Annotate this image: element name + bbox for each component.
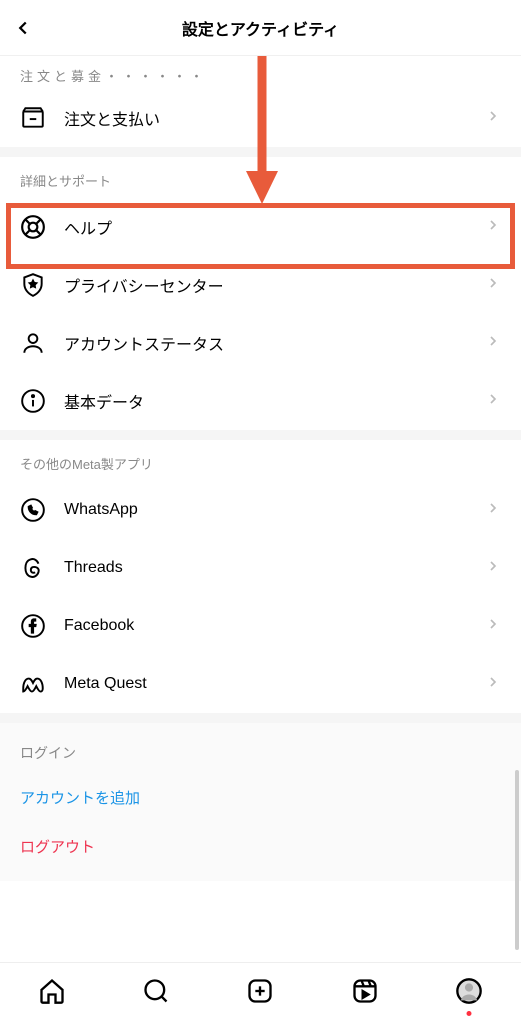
add-account-link[interactable]: アカウントを追加 xyxy=(0,773,521,822)
chevron-right-icon xyxy=(485,391,501,412)
truncated-section-label: 注文と募金・・・・・・ xyxy=(0,56,521,89)
bottom-nav xyxy=(0,962,521,1024)
chevron-right-icon xyxy=(485,500,501,521)
person-icon xyxy=(20,330,46,356)
meta-quest-row[interactable]: Meta Quest xyxy=(0,655,521,713)
nav-home[interactable] xyxy=(38,977,66,1010)
list-item-label: ヘルプ xyxy=(64,215,467,239)
list-item-label: Threads xyxy=(64,559,467,577)
section-header-login: ログイン xyxy=(0,723,521,773)
nav-create[interactable] xyxy=(246,977,274,1010)
privacy-center-row[interactable]: プライバシーセンター xyxy=(0,256,521,314)
notification-dot xyxy=(466,1011,471,1016)
list-item-label: プライバシーセンター xyxy=(64,273,467,297)
whatsapp-icon xyxy=(20,497,46,523)
reels-icon xyxy=(351,977,379,1005)
chevron-right-icon xyxy=(485,674,501,695)
section-divider xyxy=(0,147,521,157)
scrollbar[interactable] xyxy=(515,770,519,950)
list-item-label: 基本データ xyxy=(64,389,467,413)
facebook-row[interactable]: Facebook xyxy=(0,597,521,655)
lifebuoy-icon xyxy=(20,214,46,240)
section-header-meta-apps: その他のMeta製アプリ xyxy=(0,440,521,481)
nav-profile[interactable] xyxy=(455,977,483,1010)
header: 設定とアクティビティ xyxy=(0,0,521,56)
threads-row[interactable]: Threads xyxy=(0,539,521,597)
basic-data-row[interactable]: 基本データ xyxy=(0,372,521,430)
section-divider xyxy=(0,430,521,440)
login-section: ログイン アカウントを追加 ログアウト xyxy=(0,723,521,881)
plus-square-icon xyxy=(246,977,274,1005)
box-icon xyxy=(20,105,46,131)
list-item-label: WhatsApp xyxy=(64,501,467,519)
shield-star-icon xyxy=(20,272,46,298)
chevron-right-icon xyxy=(485,616,501,637)
list-item-label: Meta Quest xyxy=(64,675,467,693)
chevron-right-icon xyxy=(485,275,501,296)
search-icon xyxy=(142,977,170,1005)
list-item-label: Facebook xyxy=(64,617,467,635)
info-icon xyxy=(20,388,46,414)
orders-and-payments-row[interactable]: 注文と支払い xyxy=(0,89,521,147)
back-button[interactable] xyxy=(12,17,34,39)
chevron-right-icon xyxy=(485,558,501,579)
help-row[interactable]: ヘルプ xyxy=(0,198,521,256)
facebook-icon xyxy=(20,613,46,639)
profile-icon xyxy=(455,977,483,1005)
chevron-left-icon xyxy=(12,17,34,39)
page-title: 設定とアクティビティ xyxy=(182,16,339,40)
chevron-right-icon xyxy=(485,217,501,238)
section-divider xyxy=(0,713,521,723)
chevron-right-icon xyxy=(485,108,501,129)
nav-reels[interactable] xyxy=(351,977,379,1010)
logout-link[interactable]: ログアウト xyxy=(0,822,521,871)
list-item-label: アカウントステータス xyxy=(64,331,467,355)
chevron-right-icon xyxy=(485,333,501,354)
meta-icon xyxy=(20,671,46,697)
section-header-more: 詳細とサポート xyxy=(0,157,521,198)
threads-icon xyxy=(20,555,46,581)
account-status-row[interactable]: アカウントステータス xyxy=(0,314,521,372)
whatsapp-row[interactable]: WhatsApp xyxy=(0,481,521,539)
nav-search[interactable] xyxy=(142,977,170,1010)
home-icon xyxy=(38,977,66,1005)
list-item-label: 注文と支払い xyxy=(64,106,467,130)
